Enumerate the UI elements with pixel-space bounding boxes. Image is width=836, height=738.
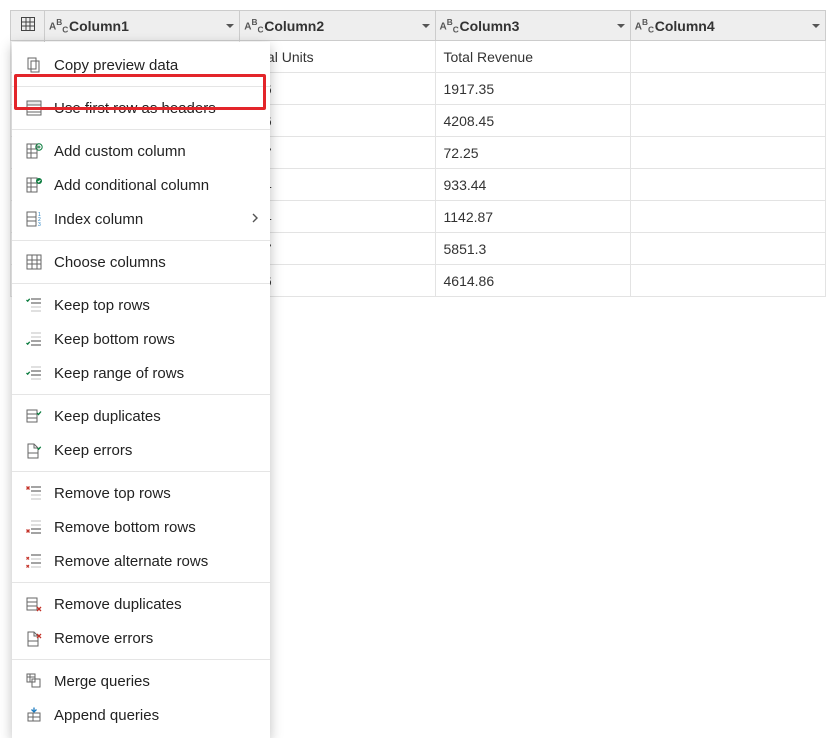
choose-columns-icon	[24, 252, 44, 272]
menu-label: Remove top rows	[54, 485, 260, 502]
remove-errors-icon	[24, 628, 44, 648]
filter-dropdown-icon[interactable]	[225, 21, 235, 31]
conditional-column-icon	[24, 175, 44, 195]
column-header-1[interactable]: ABC Column1	[45, 11, 240, 41]
filter-dropdown-icon[interactable]	[421, 21, 431, 31]
column-header-4[interactable]: ABC Column4	[630, 11, 825, 41]
menu-label: Keep top rows	[54, 297, 260, 314]
column-header-3[interactable]: ABC Column3	[435, 11, 630, 41]
type-text-icon: ABC	[440, 18, 456, 33]
cell[interactable]: 4614.86	[435, 265, 630, 297]
menu-choose-columns[interactable]: Choose columns	[12, 245, 270, 279]
menu-label: Merge queries	[54, 673, 260, 690]
menu-label: Keep bottom rows	[54, 331, 260, 348]
menu-label: Keep duplicates	[54, 408, 260, 425]
cell[interactable]: 1917.35	[435, 73, 630, 105]
menu-remove-alternate-rows[interactable]: Remove alternate rows	[12, 544, 270, 578]
column-label: Column4	[655, 18, 807, 34]
menu-add-custom-column[interactable]: Add custom column	[12, 134, 270, 168]
svg-text:3: 3	[38, 222, 41, 228]
menu-use-first-row-as-headers[interactable]: Use first row as headers	[12, 91, 270, 125]
menu-merge-queries[interactable]: Merge queries	[12, 664, 270, 698]
menu-label: Append queries	[54, 707, 260, 724]
menu-keep-range-rows[interactable]: Keep range of rows	[12, 356, 270, 390]
menu-label: Remove alternate rows	[54, 553, 260, 570]
menu-remove-top-rows[interactable]: Remove top rows	[12, 476, 270, 510]
cell[interactable]	[630, 201, 825, 233]
remove-alternate-icon	[24, 551, 44, 571]
cell[interactable]	[630, 233, 825, 265]
menu-keep-top-rows[interactable]: Keep top rows	[12, 288, 270, 322]
menu-remove-bottom-rows[interactable]: Remove bottom rows	[12, 510, 270, 544]
custom-column-icon	[24, 141, 44, 161]
copy-icon	[24, 55, 44, 75]
menu-keep-bottom-rows[interactable]: Keep bottom rows	[12, 322, 270, 356]
remove-bottom-icon	[24, 517, 44, 537]
append-icon	[24, 705, 44, 725]
menu-label: Keep errors	[54, 442, 260, 459]
menu-remove-duplicates[interactable]: Remove duplicates	[12, 587, 270, 621]
cell[interactable]	[630, 73, 825, 105]
type-text-icon: ABC	[244, 18, 260, 33]
menu-add-conditional-column[interactable]: Add conditional column	[12, 168, 270, 202]
merge-icon	[24, 671, 44, 691]
menu-label: Add conditional column	[54, 177, 260, 194]
keep-range-icon	[24, 363, 44, 383]
menu-separator	[12, 582, 270, 583]
menu-keep-duplicates[interactable]: Keep duplicates	[12, 399, 270, 433]
submenu-chevron-icon	[250, 211, 260, 227]
column-label: Column2	[264, 18, 416, 34]
menu-label: Choose columns	[54, 254, 260, 271]
menu-label: Remove errors	[54, 630, 260, 647]
menu-label: Add custom column	[54, 143, 260, 160]
menu-append-queries[interactable]: Append queries	[12, 698, 270, 732]
filter-dropdown-icon[interactable]	[616, 21, 626, 31]
menu-label: Copy preview data	[54, 57, 260, 74]
cell[interactable]: 5851.3	[435, 233, 630, 265]
keep-errors-icon	[24, 440, 44, 460]
menu-separator	[12, 283, 270, 284]
cell[interactable]: 72.25	[435, 137, 630, 169]
table-corner-button[interactable]	[11, 11, 45, 41]
menu-label: Keep range of rows	[54, 365, 260, 382]
cell[interactable]: 4208.45	[435, 105, 630, 137]
cell[interactable]: Total Revenue	[435, 41, 630, 73]
menu-separator	[12, 471, 270, 472]
menu-separator	[12, 659, 270, 660]
menu-label: Use first row as headers	[54, 100, 260, 117]
table-icon	[20, 16, 36, 35]
remove-duplicates-icon	[24, 594, 44, 614]
type-text-icon: ABC	[49, 18, 65, 33]
column-label: Column3	[460, 18, 612, 34]
cell[interactable]	[630, 105, 825, 137]
menu-separator	[12, 240, 270, 241]
filter-dropdown-icon[interactable]	[811, 21, 821, 31]
menu-label: Index column	[54, 211, 240, 228]
column-header-2[interactable]: ABC Column2	[240, 11, 435, 41]
column-label: Column1	[69, 18, 221, 34]
menu-remove-errors[interactable]: Remove errors	[12, 621, 270, 655]
menu-keep-errors[interactable]: Keep errors	[12, 433, 270, 467]
table-context-menu: Copy preview data Use first row as heade…	[12, 42, 270, 738]
cell[interactable]: 1142.87	[435, 201, 630, 233]
type-text-icon: ABC	[635, 18, 651, 33]
keep-bottom-icon	[24, 329, 44, 349]
menu-copy-preview-data[interactable]: Copy preview data	[12, 48, 270, 82]
index-column-icon: 123	[24, 209, 44, 229]
menu-separator	[12, 86, 270, 87]
remove-top-icon	[24, 483, 44, 503]
keep-duplicates-icon	[24, 406, 44, 426]
menu-label: Remove bottom rows	[54, 519, 260, 536]
cell[interactable]	[630, 137, 825, 169]
cell[interactable]: 933.44	[435, 169, 630, 201]
menu-separator	[12, 129, 270, 130]
headers-icon	[24, 98, 44, 118]
cell[interactable]	[630, 265, 825, 297]
cell[interactable]	[630, 41, 825, 73]
menu-index-column[interactable]: 123 Index column	[12, 202, 270, 236]
menu-label: Remove duplicates	[54, 596, 260, 613]
cell[interactable]	[630, 169, 825, 201]
menu-separator	[12, 394, 270, 395]
keep-top-icon	[24, 295, 44, 315]
